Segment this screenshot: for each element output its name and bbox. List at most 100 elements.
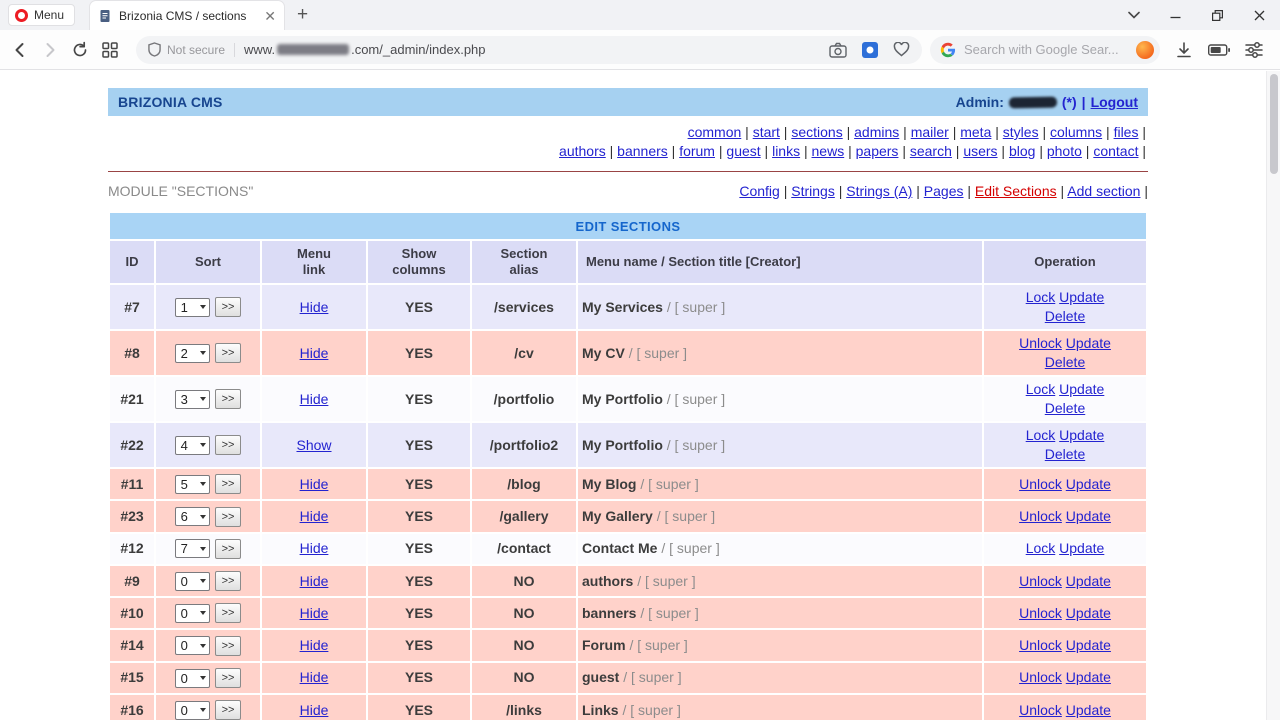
- menu-link-toggle[interactable]: Show: [296, 437, 331, 453]
- menu-link-toggle[interactable]: Hide: [300, 669, 329, 685]
- sort-select[interactable]: 0: [174, 668, 210, 688]
- sort-select[interactable]: 4: [174, 435, 210, 455]
- op-delete-link[interactable]: Delete: [1045, 308, 1085, 324]
- menu-link-toggle[interactable]: Hide: [300, 299, 329, 315]
- sort-select[interactable]: 0: [174, 603, 210, 623]
- nav-link-users[interactable]: users: [963, 143, 997, 159]
- module-link-strings[interactable]: Strings: [791, 183, 835, 199]
- sort-select[interactable]: 6: [174, 507, 210, 527]
- sort-select[interactable]: 0: [174, 636, 210, 656]
- sort-apply-button[interactable]: >>: [214, 668, 242, 689]
- tab-close-icon[interactable]: ✕: [264, 9, 276, 23]
- search-input[interactable]: Search with Google Sear...: [964, 42, 1136, 57]
- browser-menu-button[interactable]: Menu: [8, 4, 76, 26]
- sort-select[interactable]: 0: [174, 571, 210, 591]
- scrollbar-thumb[interactable]: [1270, 74, 1278, 174]
- nav-link-mailer[interactable]: mailer: [911, 124, 949, 140]
- op-lock-link[interactable]: Lock: [1026, 381, 1056, 397]
- downloads-icon[interactable]: [1175, 41, 1193, 59]
- page-scrollbar[interactable]: [1266, 71, 1280, 720]
- op-update-link[interactable]: Update: [1059, 540, 1104, 556]
- op-unlock-link[interactable]: Unlock: [1019, 702, 1062, 718]
- op-update-link[interactable]: Update: [1066, 605, 1111, 621]
- nav-link-news[interactable]: news: [812, 143, 845, 159]
- battery-saver-icon[interactable]: [1208, 43, 1230, 56]
- op-unlock-link[interactable]: Unlock: [1019, 637, 1062, 653]
- nav-link-blog[interactable]: blog: [1009, 143, 1035, 159]
- nav-link-columns[interactable]: columns: [1050, 124, 1102, 140]
- op-unlock-link[interactable]: Unlock: [1019, 335, 1062, 351]
- nav-link-sections[interactable]: sections: [791, 124, 842, 140]
- module-link-strings-a[interactable]: Strings (A): [846, 183, 912, 199]
- sort-select[interactable]: 2: [174, 343, 210, 363]
- op-lock-link[interactable]: Lock: [1026, 540, 1056, 556]
- nav-link-contact[interactable]: contact: [1093, 143, 1138, 159]
- menu-link-toggle[interactable]: Hide: [300, 476, 329, 492]
- sort-select[interactable]: 3: [174, 389, 210, 409]
- nav-link-styles[interactable]: styles: [1003, 124, 1039, 140]
- menu-link-toggle[interactable]: Hide: [300, 605, 329, 621]
- minimize-button[interactable]: [1154, 0, 1196, 30]
- sort-apply-button[interactable]: >>: [214, 297, 242, 318]
- snapshot-camera-icon[interactable]: [829, 42, 847, 58]
- tab-tiles-icon[interactable]: [100, 41, 120, 59]
- op-update-link[interactable]: Update: [1066, 508, 1111, 524]
- menu-link-toggle[interactable]: Hide: [300, 391, 329, 407]
- nav-link-common[interactable]: common: [688, 124, 742, 140]
- module-link-config[interactable]: Config: [739, 183, 779, 199]
- op-update-link[interactable]: Update: [1066, 476, 1111, 492]
- nav-link-meta[interactable]: meta: [960, 124, 991, 140]
- op-update-link[interactable]: Update: [1059, 289, 1104, 305]
- menu-link-toggle[interactable]: Hide: [300, 702, 329, 718]
- menu-link-toggle[interactable]: Hide: [300, 540, 329, 556]
- sort-apply-button[interactable]: >>: [214, 435, 242, 456]
- nav-link-photo[interactable]: photo: [1047, 143, 1082, 159]
- nav-link-admins[interactable]: admins: [854, 124, 899, 140]
- nav-link-forum[interactable]: forum: [679, 143, 715, 159]
- new-tab-button[interactable]: +: [297, 4, 308, 26]
- forward-icon[interactable]: [40, 40, 60, 60]
- op-lock-link[interactable]: Lock: [1026, 427, 1056, 443]
- module-link-add-section[interactable]: Add section: [1067, 183, 1140, 199]
- op-unlock-link[interactable]: Unlock: [1019, 476, 1062, 492]
- sort-apply-button[interactable]: >>: [214, 571, 242, 592]
- op-unlock-link[interactable]: Unlock: [1019, 605, 1062, 621]
- module-link-pages[interactable]: Pages: [924, 183, 964, 199]
- op-delete-link[interactable]: Delete: [1045, 354, 1085, 370]
- op-update-link[interactable]: Update: [1066, 573, 1111, 589]
- assistant-icon[interactable]: [1136, 40, 1154, 59]
- op-update-link[interactable]: Update: [1066, 637, 1111, 653]
- nav-link-files[interactable]: files: [1114, 124, 1139, 140]
- menu-link-toggle[interactable]: Hide: [300, 573, 329, 589]
- op-unlock-link[interactable]: Unlock: [1019, 669, 1062, 685]
- extension-icon[interactable]: [862, 41, 878, 58]
- sort-select[interactable]: 1: [174, 297, 210, 317]
- op-unlock-link[interactable]: Unlock: [1019, 508, 1062, 524]
- op-update-link[interactable]: Update: [1066, 335, 1111, 351]
- op-update-link[interactable]: Update: [1066, 669, 1111, 685]
- op-update-link[interactable]: Update: [1066, 702, 1111, 718]
- sort-select[interactable]: 7: [174, 539, 210, 559]
- sort-apply-button[interactable]: >>: [214, 506, 242, 527]
- sort-select[interactable]: 0: [174, 700, 210, 720]
- nav-link-start[interactable]: start: [753, 124, 780, 140]
- reload-icon[interactable]: [70, 41, 90, 59]
- sort-apply-button[interactable]: >>: [214, 635, 242, 656]
- sort-apply-button[interactable]: >>: [214, 700, 242, 720]
- op-lock-link[interactable]: Lock: [1026, 289, 1056, 305]
- browser-tab[interactable]: Brizonia CMS / sections ✕: [89, 0, 286, 30]
- sort-select[interactable]: 5: [174, 474, 210, 494]
- nav-link-papers[interactable]: papers: [856, 143, 899, 159]
- bookmark-heart-icon[interactable]: [893, 42, 910, 57]
- sort-apply-button[interactable]: >>: [214, 389, 242, 410]
- nav-link-banners[interactable]: banners: [617, 143, 668, 159]
- op-delete-link[interactable]: Delete: [1045, 446, 1085, 462]
- sort-apply-button[interactable]: >>: [214, 343, 242, 364]
- nav-link-guest[interactable]: guest: [726, 143, 760, 159]
- op-delete-link[interactable]: Delete: [1045, 400, 1085, 416]
- sort-apply-button[interactable]: >>: [214, 538, 242, 559]
- op-unlock-link[interactable]: Unlock: [1019, 573, 1062, 589]
- logout-link[interactable]: Logout: [1091, 94, 1138, 110]
- menu-link-toggle[interactable]: Hide: [300, 637, 329, 653]
- nav-link-search[interactable]: search: [910, 143, 952, 159]
